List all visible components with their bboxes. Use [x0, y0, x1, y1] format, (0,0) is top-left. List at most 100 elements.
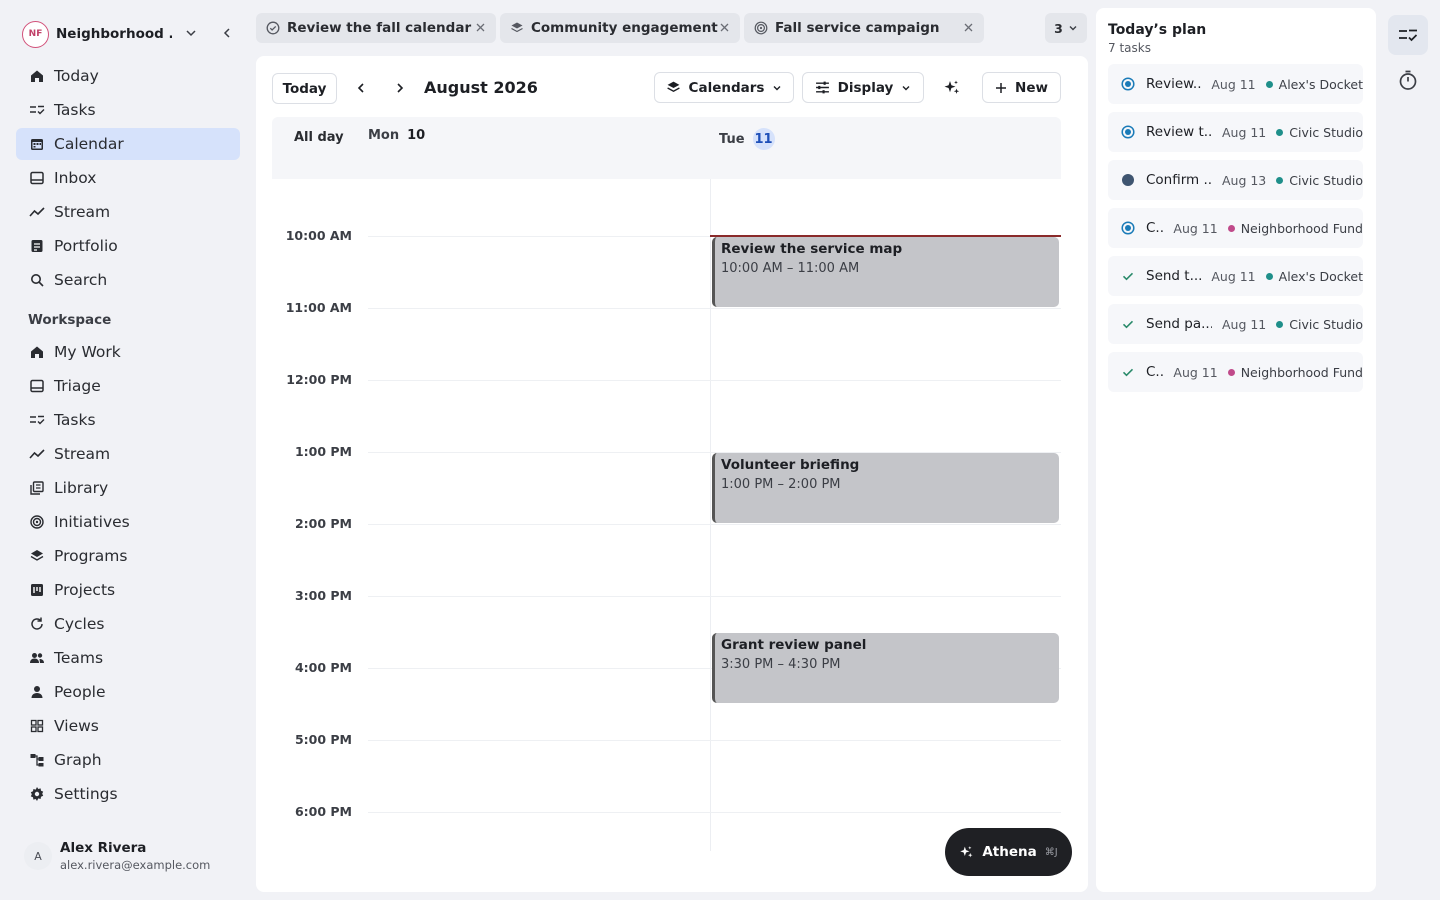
today-button-label: Today: [282, 80, 327, 97]
nav-item-workspace-tasks[interactable]: Tasks: [16, 404, 240, 436]
sparkle-icon[interactable]: [940, 76, 964, 100]
nav-item-stream[interactable]: Stream: [16, 196, 240, 228]
task-date: Aug 11: [1221, 124, 1267, 140]
hour-label: 6:00 PM: [294, 804, 352, 819]
nav-item-people[interactable]: People: [16, 676, 240, 708]
nav-item-search[interactable]: Search: [16, 264, 240, 296]
task-title: C...: [1146, 220, 1163, 236]
tab-overflow-count: 3: [1054, 20, 1063, 36]
inbox-icon: [28, 169, 46, 187]
event-card[interactable]: Volunteer briefing 1:00 PM – 2:00 PM: [712, 453, 1059, 523]
timer-icon[interactable]: [1396, 68, 1420, 92]
project-dot: [1265, 80, 1273, 88]
chevron-left-icon[interactable]: [349, 76, 373, 100]
nav-item-library[interactable]: Library: [16, 472, 240, 504]
task-title: Send t...: [1146, 268, 1202, 284]
user-email: alex.rivera@example.com: [60, 858, 211, 872]
chevron-down-icon: [772, 83, 782, 93]
nav-item-cycles[interactable]: Cycles: [16, 608, 240, 640]
plan-subtitle: 7 tasks: [1108, 41, 1151, 55]
sparkle-icon: [959, 845, 974, 860]
nav-item-label: Programs: [54, 547, 128, 565]
day-header-mon[interactable]: Mon 10: [368, 128, 425, 143]
calendars-dropdown[interactable]: Calendars: [654, 72, 794, 103]
nav-item-initiatives[interactable]: Initiatives: [16, 506, 240, 538]
nav-item-programs[interactable]: Programs: [16, 540, 240, 572]
plan-task[interactable]: C... Aug 11 Neighborhood Fund: [1108, 352, 1363, 392]
day-dow: Mon: [368, 128, 400, 143]
plan-task[interactable]: Review... Aug 11 Alex's Docket: [1108, 64, 1363, 104]
nav-item-label: Stream: [54, 203, 111, 221]
close-icon[interactable]: [963, 22, 974, 33]
nav-item-portfolio[interactable]: Portfolio: [16, 230, 240, 262]
nav-item-views[interactable]: Views: [16, 710, 240, 742]
tasks-icon: [28, 101, 46, 119]
nav-item-projects[interactable]: Projects: [16, 574, 240, 606]
hour-line: [368, 308, 1061, 309]
workspace-switcher[interactable]: NF Neighborhood ...: [22, 20, 242, 48]
home-icon: [28, 343, 46, 361]
layers-icon: [28, 547, 46, 565]
task-date: Aug 11: [1211, 76, 1256, 92]
check-icon: [1120, 268, 1136, 284]
tab-label: Review the fall calendar: [287, 20, 472, 36]
chevron-down-icon[interactable]: [184, 26, 198, 40]
tab-community-engagement[interactable]: Community engagement: [500, 13, 740, 43]
nav-item-teams[interactable]: Teams: [16, 642, 240, 674]
task-project-label: Civic Studio: [1289, 124, 1363, 140]
hour-label: 4:00 PM: [294, 660, 352, 675]
event-card[interactable]: Review the service map 10:00 AM – 11:00 …: [712, 237, 1059, 307]
task-project: Neighborhood Fund: [1227, 365, 1363, 380]
event-card[interactable]: Grant review panel 3:30 PM – 4:30 PM: [712, 633, 1059, 703]
new-button[interactable]: New: [982, 72, 1061, 103]
plan-task[interactable]: Send pa... Aug 11 Civic Studio: [1108, 304, 1363, 344]
in-progress-status-icon: [1120, 220, 1136, 236]
nav-item-today[interactable]: Today: [16, 60, 240, 92]
task-project-label: Civic Studio: [1289, 316, 1363, 332]
nav-item-graph[interactable]: Graph: [16, 744, 240, 776]
user-name: Alex Rivera: [60, 840, 147, 856]
tab-review-fall-calendar[interactable]: Review the fall calendar: [256, 13, 496, 43]
nav-item-label: Triage: [54, 377, 101, 395]
plan-task[interactable]: Send t... Aug 11 Alex's Docket: [1108, 256, 1363, 296]
day-header-tue[interactable]: Tue 11: [719, 128, 775, 150]
close-icon[interactable]: [719, 22, 730, 33]
target-icon: [28, 513, 46, 531]
task-title: Send pa...: [1146, 316, 1212, 332]
project-dot: [1276, 128, 1284, 136]
user-profile[interactable]: A Alex Rivera alex.rivera@example.com: [24, 840, 210, 872]
nav-item-workspace-stream[interactable]: Stream: [16, 438, 240, 470]
plan-task[interactable]: Review t... Aug 11 Civic Studio: [1108, 112, 1363, 152]
task-project: Civic Studio: [1276, 317, 1363, 332]
project-dot: [1276, 176, 1284, 184]
collapse-sidebar-icon[interactable]: [220, 26, 234, 40]
nav-item-calendar[interactable]: Calendar: [16, 128, 240, 160]
tab-overflow-button[interactable]: 3: [1045, 13, 1087, 43]
calendar-panel: Today August 2026 Calendars Display New …: [256, 56, 1088, 892]
plan-task[interactable]: C... Aug 11 Neighborhood Fund: [1108, 208, 1363, 248]
nav-item-inbox[interactable]: Inbox: [16, 162, 240, 194]
sidebar: NF Neighborhood ... Today Tasks Calendar…: [0, 0, 256, 900]
grid-icon: [28, 717, 46, 735]
display-dropdown[interactable]: Display: [802, 72, 924, 103]
nav-item-settings[interactable]: Settings: [16, 778, 240, 810]
stream-icon: [28, 445, 46, 463]
hour-label: 10:00 AM: [285, 228, 352, 243]
nav-item-label: People: [54, 683, 106, 701]
hour-line: [368, 596, 1061, 597]
plan-task[interactable]: Confirm ... Aug 13 Civic Studio: [1108, 160, 1363, 200]
nav-item-my-work[interactable]: My Work: [16, 336, 240, 368]
close-icon[interactable]: [475, 22, 486, 33]
today-button[interactable]: Today: [272, 73, 337, 104]
nav-item-tasks[interactable]: Tasks: [16, 94, 240, 126]
nav-item-label: Tasks: [54, 411, 96, 429]
hour-label: 5:00 PM: [294, 732, 352, 747]
tab-fall-service-campaign[interactable]: Fall service campaign: [744, 13, 984, 43]
todays-plan-toggle[interactable]: [1388, 15, 1428, 55]
athena-button[interactable]: Athena ⌘J: [945, 828, 1072, 876]
hour-line: [368, 524, 1061, 525]
nav-item-triage[interactable]: Triage: [16, 370, 240, 402]
todo-status-icon: [1120, 172, 1136, 188]
chevron-down-icon: [901, 83, 911, 93]
chevron-right-icon[interactable]: [388, 76, 412, 100]
